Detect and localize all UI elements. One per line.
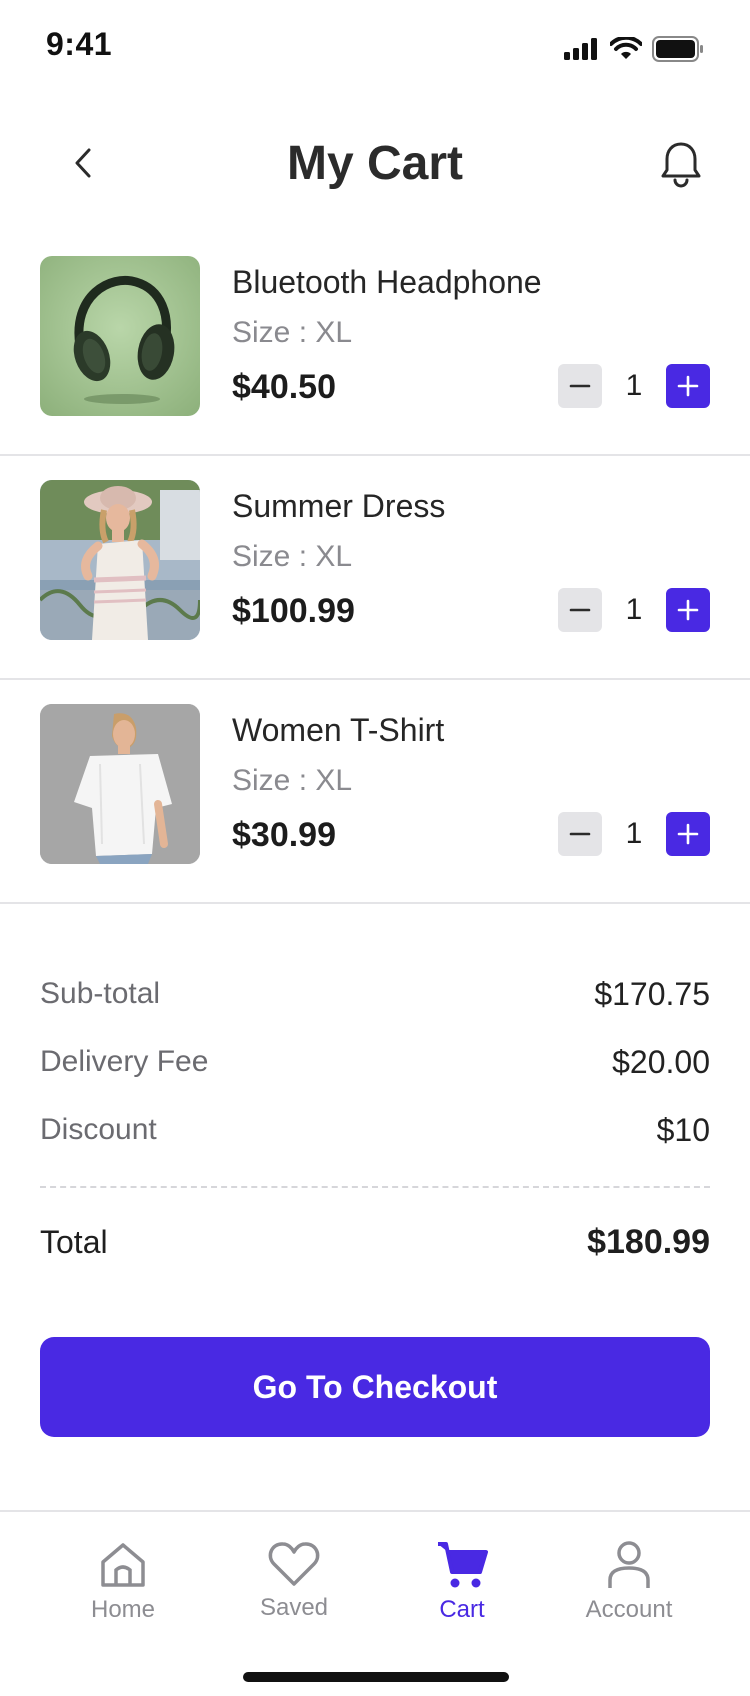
cart-icon — [438, 1542, 488, 1588]
cart-item: Women T-Shirt Size : XL $30.99 1 — [0, 680, 750, 904]
total-row: Total $180.99 — [40, 1208, 710, 1276]
cart-item: Summer Dress Size : XL $100.99 1 — [0, 456, 750, 680]
signal-icon — [564, 38, 597, 60]
product-image-headphone[interactable] — [40, 256, 200, 416]
increase-quantity-button[interactable] — [666, 364, 710, 408]
total-label: Total — [40, 1223, 108, 1260]
product-size: Size : XL — [232, 540, 353, 573]
tab-home-label: Home — [90, 1596, 156, 1623]
product-name[interactable]: Summer Dress — [232, 488, 445, 525]
product-price: $30.99 — [232, 816, 336, 854]
quantity-value: 1 — [625, 369, 643, 402]
discount-row: Discount $10 — [40, 1096, 710, 1164]
status-icons — [564, 36, 704, 62]
heart-icon — [268, 1542, 320, 1586]
product-image-summer-dress[interactable] — [40, 480, 200, 640]
page-title: My Cart — [286, 137, 464, 190]
minus-icon — [569, 832, 591, 836]
summary-divider — [40, 1186, 710, 1188]
total-value: $180.99 — [587, 1222, 710, 1261]
plus-icon — [677, 823, 699, 845]
plus-icon — [677, 599, 699, 621]
delivery-fee-label: Delivery Fee — [40, 1045, 209, 1078]
tab-cart-label: Cart — [439, 1596, 485, 1623]
product-price: $40.50 — [232, 368, 336, 406]
quantity-value: 1 — [625, 817, 643, 850]
delivery-fee-value: $20.00 — [612, 1043, 710, 1080]
product-size: Size : XL — [232, 316, 353, 349]
home-indicator — [243, 1672, 509, 1682]
product-image-women-tshirt[interactable] — [40, 704, 200, 864]
delivery-fee-row: Delivery Fee $20.00 — [40, 1028, 710, 1096]
bottom-tab-bar: Home Saved Cart Account — [0, 1510, 750, 1696]
decrease-quantity-button[interactable] — [558, 812, 602, 856]
tab-account[interactable]: Account — [569, 1540, 689, 1624]
status-bar: 9:41 — [0, 0, 750, 90]
product-price: $100.99 — [232, 592, 355, 630]
decrease-quantity-button[interactable] — [558, 588, 602, 632]
tab-cart[interactable]: Cart — [402, 1540, 522, 1624]
checkout-button[interactable]: Go To Checkout — [40, 1337, 710, 1437]
quantity-stepper: 1 — [558, 812, 710, 856]
subtotal-row: Sub-total $170.75 — [40, 960, 710, 1028]
header: My Cart — [0, 120, 750, 210]
increase-quantity-button[interactable] — [666, 812, 710, 856]
tab-saved[interactable]: Saved — [234, 1540, 354, 1622]
subtotal-value: $170.75 — [594, 975, 710, 1012]
cart-list: Bluetooth Headphone Size : XL $40.50 1 S… — [0, 232, 750, 904]
home-icon — [101, 1543, 145, 1587]
minus-icon — [569, 608, 591, 612]
tab-home[interactable]: Home — [63, 1540, 183, 1624]
product-name[interactable]: Bluetooth Headphone — [232, 264, 542, 301]
user-icon — [608, 1541, 650, 1588]
discount-label: Discount — [40, 1113, 157, 1146]
plus-icon — [677, 375, 699, 397]
wifi-icon — [610, 37, 642, 59]
notifications-button[interactable] — [656, 138, 706, 190]
quantity-value: 1 — [625, 593, 643, 626]
increase-quantity-button[interactable] — [666, 588, 710, 632]
quantity-stepper: 1 — [558, 588, 710, 632]
order-summary: Sub-total $170.75 Delivery Fee $20.00 Di… — [40, 960, 710, 1276]
status-time: 9:41 — [46, 26, 113, 62]
quantity-stepper: 1 — [558, 364, 710, 408]
product-size: Size : XL — [232, 764, 353, 797]
tab-saved-label: Saved — [259, 1594, 329, 1621]
subtotal-label: Sub-total — [40, 977, 161, 1010]
discount-value: $10 — [656, 1111, 710, 1148]
battery-icon — [652, 36, 703, 62]
product-name[interactable]: Women T-Shirt — [232, 712, 444, 749]
tab-account-label: Account — [585, 1596, 673, 1623]
decrease-quantity-button[interactable] — [558, 364, 602, 408]
cart-item: Bluetooth Headphone Size : XL $40.50 1 — [0, 232, 750, 456]
bell-icon — [661, 142, 701, 188]
minus-icon — [569, 384, 591, 388]
